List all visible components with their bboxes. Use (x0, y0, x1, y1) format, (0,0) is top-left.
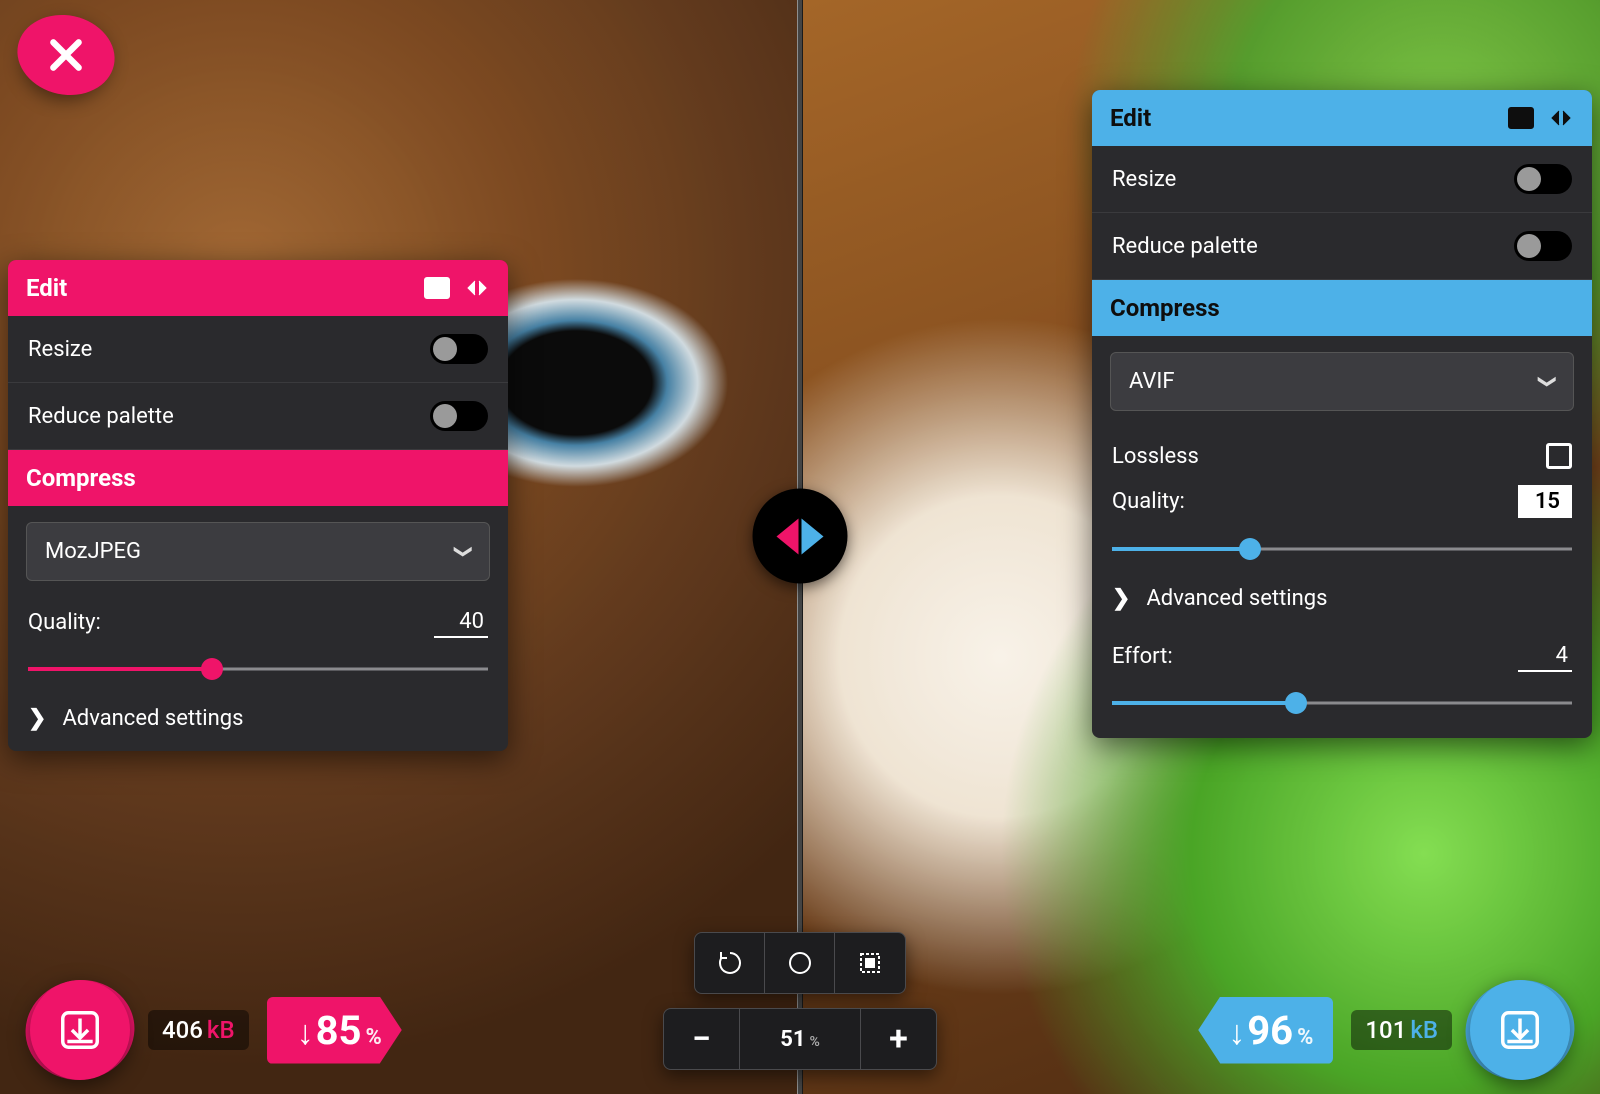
reduce-palette-toggle-left[interactable] (430, 401, 488, 431)
collapse-panel-button[interactable] (464, 276, 490, 300)
cli-copy-button[interactable] (1508, 106, 1534, 130)
footer-right: 101kB ↓ 96 % (1198, 980, 1570, 1080)
codec-value-right: AVIF (1129, 369, 1175, 394)
zoom-value[interactable]: 51 % (740, 1009, 860, 1069)
chevron-right-icon: ❯ (28, 706, 46, 731)
resize-label: Resize (28, 337, 92, 362)
reduce-palette-row-right: Reduce palette (1092, 213, 1592, 280)
close-button[interactable] (22, 16, 110, 94)
effort-slider-right[interactable] (1112, 686, 1572, 720)
effort-label: Effort: (1112, 644, 1173, 669)
edit-title: Edit (26, 274, 67, 302)
collapse-panel-button[interactable] (1548, 106, 1574, 130)
advanced-settings-left[interactable]: ❯ Advanced settings (8, 692, 508, 751)
resize-label: Resize (1112, 167, 1176, 192)
close-icon (47, 36, 85, 74)
quality-slider-left[interactable] (28, 652, 488, 686)
edit-header-right: Edit (1092, 90, 1592, 146)
quality-field-right: Quality: 15 (1092, 475, 1592, 522)
codec-select-left[interactable]: MozJPEG ❯ (26, 522, 490, 581)
zoom-out-button[interactable]: − (664, 1009, 740, 1069)
compress-header-left: Compress (8, 450, 508, 506)
lossless-checkbox[interactable] (1546, 443, 1572, 469)
chevron-down-icon: ❯ (453, 544, 474, 559)
zoom-in-button[interactable]: + (860, 1009, 936, 1069)
zoom-controls: − 51 % + (663, 1008, 937, 1070)
reduce-palette-toggle-right[interactable] (1514, 231, 1572, 261)
compress-title: Compress (1110, 294, 1220, 322)
quality-value-right[interactable]: 15 (1518, 485, 1572, 518)
chevron-down-icon: ❯ (1537, 374, 1558, 389)
rotate-icon (715, 948, 745, 978)
quality-slider-right[interactable] (1112, 532, 1572, 566)
lossless-row: Lossless (1092, 427, 1592, 475)
reduce-palette-row-left: Reduce palette (8, 383, 508, 450)
compress-header-right: Compress (1092, 280, 1592, 336)
download-icon (57, 1007, 103, 1053)
advanced-settings-right[interactable]: ❯ Advanced settings (1092, 572, 1592, 631)
panel-left: Edit Resize Reduce palette Compress MozJ… (8, 260, 508, 751)
filesize-right: 101kB (1351, 1010, 1452, 1050)
transparency-grid-button[interactable] (835, 933, 905, 993)
lossless-label: Lossless (1112, 444, 1199, 469)
reduce-palette-label: Reduce palette (28, 404, 174, 429)
codec-value-left: MozJPEG (45, 539, 141, 564)
resize-row-right: Resize (1092, 146, 1592, 213)
panel-right: Edit Resize Reduce palette Compress AVIF… (1092, 90, 1592, 738)
circle-icon (785, 948, 815, 978)
effort-value-right[interactable]: 4 (1518, 641, 1572, 672)
resize-row-left: Resize (8, 316, 508, 383)
edit-header-left: Edit (8, 260, 508, 316)
download-button-left[interactable] (30, 980, 130, 1080)
quality-value-left[interactable]: 40 (434, 607, 488, 638)
split-right-icon (802, 518, 824, 554)
filesize-left: 406kB (148, 1010, 249, 1050)
resize-toggle-right[interactable] (1514, 164, 1572, 194)
reduction-badge-left: ↓ 85 % (267, 997, 402, 1064)
quality-label: Quality: (28, 610, 101, 635)
effort-field-right: Effort: 4 (1092, 631, 1592, 676)
toggle-background-button[interactable] (765, 933, 835, 993)
codec-select-right[interactable]: AVIF ❯ (1110, 352, 1574, 411)
compress-title: Compress (26, 464, 136, 492)
advanced-label: Advanced settings (1146, 586, 1327, 611)
chevron-right-icon: ❯ (1112, 586, 1130, 611)
edit-title: Edit (1110, 104, 1151, 132)
rotate-button[interactable] (695, 933, 765, 993)
view-controls (694, 932, 906, 994)
reduction-badge-right: ↓ 96 % (1198, 997, 1333, 1064)
footer-left: 406kB ↓ 85 % (30, 980, 402, 1080)
cli-copy-button[interactable] (424, 276, 450, 300)
download-button-right[interactable] (1470, 980, 1570, 1080)
advanced-label: Advanced settings (62, 706, 243, 731)
quality-field-left: Quality: 40 (8, 597, 508, 642)
grid-icon (855, 948, 885, 978)
reduce-palette-label: Reduce palette (1112, 234, 1258, 259)
download-icon (1497, 1007, 1543, 1053)
split-handle[interactable] (753, 489, 848, 584)
quality-label: Quality: (1112, 489, 1185, 514)
resize-toggle-left[interactable] (430, 334, 488, 364)
split-left-icon (777, 518, 799, 554)
